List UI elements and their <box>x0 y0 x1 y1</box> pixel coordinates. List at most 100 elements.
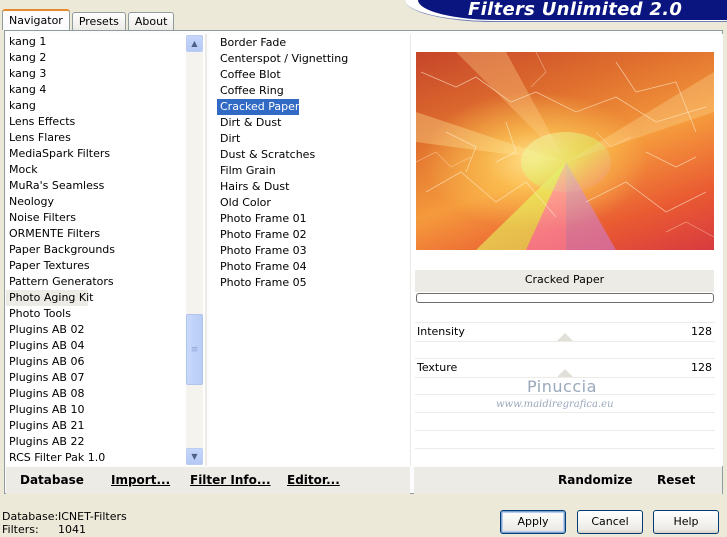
filter-info-button[interactable]: Filter Info... <box>190 473 271 487</box>
database-button[interactable]: Database <box>20 473 84 487</box>
randomize-button[interactable]: Randomize <box>558 473 632 487</box>
tab-about[interactable]: About <box>127 12 175 30</box>
status-filters-value: 1041 <box>58 523 86 536</box>
category-item[interactable]: kang 1 <box>6 34 204 50</box>
category-item[interactable]: Lens Flares <box>6 130 204 146</box>
editor-button[interactable]: Editor... <box>287 473 340 487</box>
category-item[interactable]: Paper Backgrounds <box>6 242 204 258</box>
filter-item[interactable]: Dust & Scratches <box>217 147 315 163</box>
filter-row: Dirt & Dust <box>209 115 409 131</box>
filter-item[interactable]: Photo Frame 01 <box>217 211 307 227</box>
filter-item[interactable]: Border Fade <box>217 35 286 51</box>
filter-row: Dust & Scratches <box>209 147 409 163</box>
slider-label: Texture <box>417 361 458 374</box>
category-item[interactable]: kang 3 <box>6 66 204 82</box>
filter-row: Hairs & Dust <box>209 179 409 195</box>
category-item[interactable]: Plugins AB 04 <box>6 338 204 354</box>
filter-item[interactable]: Coffee Blot <box>217 67 281 83</box>
help-button[interactable]: Help <box>653 510 719 534</box>
filter-row: Dirt <box>209 131 409 147</box>
status-database-value: ICNET-Filters <box>58 510 127 523</box>
filter-row: Cracked Paper <box>209 99 409 115</box>
category-item[interactable]: Pattern Generators <box>6 274 204 290</box>
category-item[interactable]: Photo Aging Kit <box>6 290 93 306</box>
filter-item[interactable]: Coffee Ring <box>217 83 284 99</box>
filter-row: Coffee Blot <box>209 67 409 83</box>
category-item[interactable]: Lens Effects <box>6 114 204 130</box>
app-title: Filters Unlimited 2.0 <box>468 0 683 20</box>
filter-row: Photo Frame 02 <box>209 227 409 243</box>
filter-row: Centerspot / Vignetting <box>209 51 409 67</box>
status-database-label: Database: <box>2 510 59 523</box>
preview-toolbar: Randomize Reset <box>414 467 722 494</box>
category-scrollbar[interactable]: ▲ ≡ ▼ <box>186 35 203 465</box>
scroll-thumb[interactable]: ≡ <box>186 314 203 385</box>
scroll-up-button[interactable]: ▲ <box>186 35 203 52</box>
filter-row: Border Fade <box>209 35 409 51</box>
category-item[interactable]: Plugins AB 02 <box>6 322 204 338</box>
filter-item[interactable]: Old Color <box>217 195 271 211</box>
filter-row: Film Grain <box>209 163 409 179</box>
filter-row: Old Color <box>209 195 409 211</box>
slider-value: 128 <box>691 325 712 338</box>
filter-list[interactable]: Border Fade Centerspot / Vignetting Coffee… <box>209 34 409 466</box>
filter-item[interactable]: Photo Frame 02 <box>217 227 307 243</box>
tab-bar: Navigator Presets About <box>2 9 176 30</box>
apply-button[interactable]: Apply <box>500 510 566 534</box>
cancel-button[interactable]: Cancel <box>577 510 643 534</box>
tab-presets[interactable]: Presets <box>71 12 126 30</box>
status-filters: Filters: 1041 <box>2 524 86 536</box>
filter-item[interactable]: Dirt & Dust <box>217 115 281 131</box>
filter-preview-image <box>416 52 714 250</box>
category-item[interactable]: Noise Filters <box>6 210 204 226</box>
filter-item[interactable]: Centerspot / Vignetting <box>217 51 348 67</box>
watermark-name: Pinuccia <box>527 377 597 396</box>
scroll-down-button[interactable]: ▼ <box>186 448 203 465</box>
filter-row: Photo Frame 04 <box>209 259 409 275</box>
category-item[interactable]: Photo Tools <box>6 306 204 322</box>
category-item[interactable]: kang 2 <box>6 50 204 66</box>
progress-bar <box>416 293 714 303</box>
row-divider <box>415 448 715 449</box>
filter-item[interactable]: Cracked Paper <box>217 99 300 115</box>
category-item[interactable]: Plugins AB 07 <box>6 370 204 386</box>
filter-item[interactable]: Photo Frame 05 <box>217 275 307 291</box>
status-database: Database: ICNET-Filters <box>2 510 127 523</box>
category-item[interactable]: MediaSpark Filters <box>6 146 204 162</box>
triangle-down-icon: ▼ <box>191 452 198 461</box>
category-item[interactable]: Mock <box>6 162 204 178</box>
preview-caption: Cracked Paper <box>415 270 714 292</box>
category-item[interactable]: Plugins AB 10 <box>6 402 204 418</box>
filter-item[interactable]: Film Grain <box>217 163 276 179</box>
category-item[interactable]: Plugins AB 22 <box>6 434 204 450</box>
reset-button[interactable]: Reset <box>657 473 695 487</box>
texture-slider-thumb[interactable] <box>557 369 573 377</box>
category-item[interactable]: Plugins AB 21 <box>6 418 204 434</box>
tab-navigator[interactable]: Navigator <box>2 9 70 30</box>
import-button[interactable]: Import... <box>111 473 170 487</box>
category-item[interactable]: Plugins AB 08 <box>6 386 204 402</box>
category-item[interactable]: ORMENTE Filters <box>6 226 204 242</box>
filter-item[interactable]: Photo Frame 04 <box>217 259 307 275</box>
category-list[interactable]: kang 1 kang 2 kang 3 kang 4 kang Lens Effects… <box>6 34 204 466</box>
filter-item[interactable]: Dirt <box>217 131 240 147</box>
category-item[interactable]: Plugins AB 06 <box>6 354 204 370</box>
filter-item[interactable]: Hairs & Dust <box>217 179 289 195</box>
category-item[interactable]: kang 4 <box>6 82 204 98</box>
watermark-url: www.maidiregrafica.eu <box>496 399 614 410</box>
row-divider <box>415 341 715 342</box>
row-divider <box>415 412 715 413</box>
slider-value: 128 <box>691 361 712 374</box>
category-item[interactable]: kang <box>6 98 204 114</box>
row-divider <box>415 430 715 431</box>
grip-icon: ≡ <box>190 344 199 355</box>
category-item[interactable]: Paper Textures <box>6 258 204 274</box>
intensity-slider-thumb[interactable] <box>557 333 573 341</box>
category-item[interactable]: Neology <box>6 194 204 210</box>
filter-item[interactable]: Photo Frame 03 <box>217 243 307 259</box>
filter-row: Photo Frame 01 <box>209 211 409 227</box>
category-item[interactable]: RCS Filter Pak 1.0 <box>6 450 204 466</box>
divider <box>205 34 207 466</box>
category-item[interactable]: MuRa's Seamless <box>6 178 204 194</box>
filter-row: Photo Frame 03 <box>209 243 409 259</box>
